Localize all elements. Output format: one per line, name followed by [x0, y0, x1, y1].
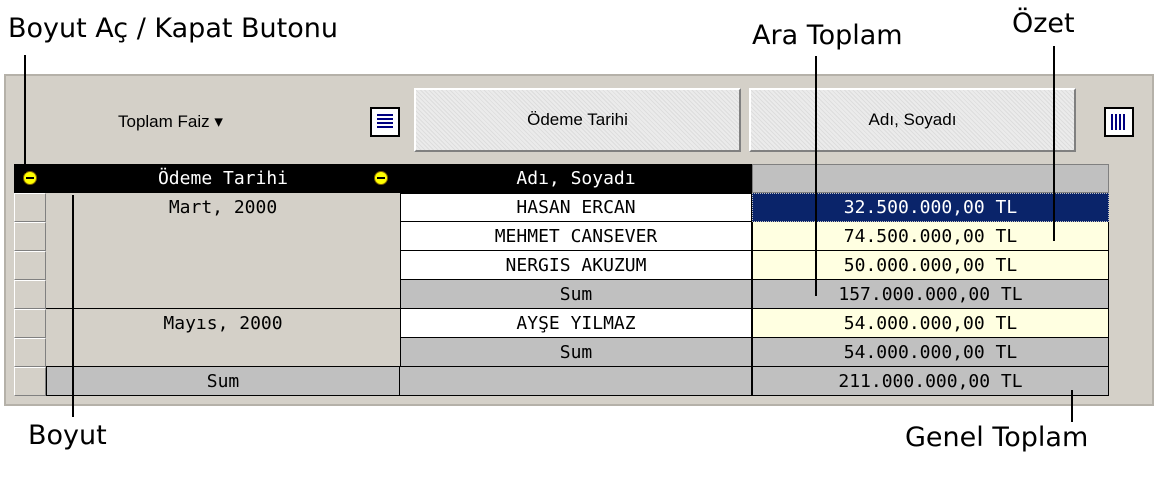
value-header [752, 164, 1109, 193]
column-layout-icon[interactable] [1104, 107, 1134, 137]
grand-total-empty-cell [400, 367, 752, 396]
value-cell[interactable]: 54.000.000,00 TL [752, 309, 1109, 338]
dimension-header[interactable]: Ödeme Tarihi [46, 164, 400, 193]
pivot-grid-panel: Toplam Faiz ▾ Ödeme Tarihi Adı, Soyadı Ö… [4, 74, 1154, 406]
chevron-down-icon: ▾ [214, 112, 223, 131]
row-selector[interactable] [14, 280, 46, 309]
annotation-grand-total: Genel Toplam [905, 422, 1089, 453]
subtotal-label-cell[interactable]: Sum [400, 280, 752, 309]
pointer-line-dimension [72, 195, 74, 417]
row-selector[interactable] [14, 338, 46, 367]
dimension-toggle-cell[interactable] [14, 164, 46, 193]
value-cell[interactable]: 74.500.000,00 TL [752, 222, 1109, 251]
row-selector[interactable] [14, 222, 46, 251]
row-selector[interactable] [14, 193, 46, 222]
pointer-line-summary [1053, 46, 1055, 241]
annotation-subtotal: Ara Toplam [752, 20, 903, 51]
name-cell[interactable]: AYŞE YILMAZ [400, 309, 752, 338]
period-cell[interactable]: Mart, 2000 [46, 193, 400, 309]
collapse-toggle-icon[interactable] [23, 171, 37, 185]
list-layout-icon[interactable] [370, 107, 400, 137]
subtotal-value-cell[interactable]: 157.000.000,00 TL [752, 280, 1109, 309]
period-cell[interactable]: Mayıs, 2000 [46, 309, 400, 367]
subtotal-value-cell[interactable]: 54.000.000,00 TL [752, 338, 1109, 367]
pointer-line-toggle [24, 55, 26, 173]
grand-total-value-cell[interactable]: 211.000.000,00 TL [752, 367, 1109, 396]
pointer-line-grand-total [1071, 390, 1073, 422]
grand-total-label-cell[interactable]: Sum [46, 367, 400, 396]
pointer-line-subtotal [815, 56, 817, 296]
annotation-dimension: Boyut [28, 420, 107, 451]
data-field-label: Toplam Faiz [118, 112, 210, 131]
name-cell[interactable]: HASAN ERCAN [400, 193, 752, 222]
value-cell[interactable]: 32.500.000,00 TL [752, 193, 1109, 222]
annotation-toggle-button: Boyut Aç / Kapat Butonu [8, 13, 338, 44]
row-field-button[interactable]: Ödeme Tarihi [414, 88, 741, 152]
value-cell[interactable]: 50.000.000,00 TL [752, 251, 1109, 280]
column-field-button[interactable]: Adı, Soyadı [749, 88, 1076, 152]
name-cell[interactable]: MEHMET CANSEVER [400, 222, 752, 251]
collapse-toggle-icon[interactable] [374, 171, 388, 185]
annotation-summary: Özet [1012, 8, 1075, 39]
subtotal-label-cell[interactable]: Sum [400, 338, 752, 367]
row-selector[interactable] [14, 367, 46, 396]
name-cell[interactable]: NERGIS AKUZUM [400, 251, 752, 280]
name-header[interactable]: Adı, Soyadı [400, 164, 752, 193]
data-field-dropdown[interactable]: Toplam Faiz ▾ [118, 112, 223, 132]
row-selector[interactable] [14, 251, 46, 280]
row-selector[interactable] [14, 309, 46, 338]
